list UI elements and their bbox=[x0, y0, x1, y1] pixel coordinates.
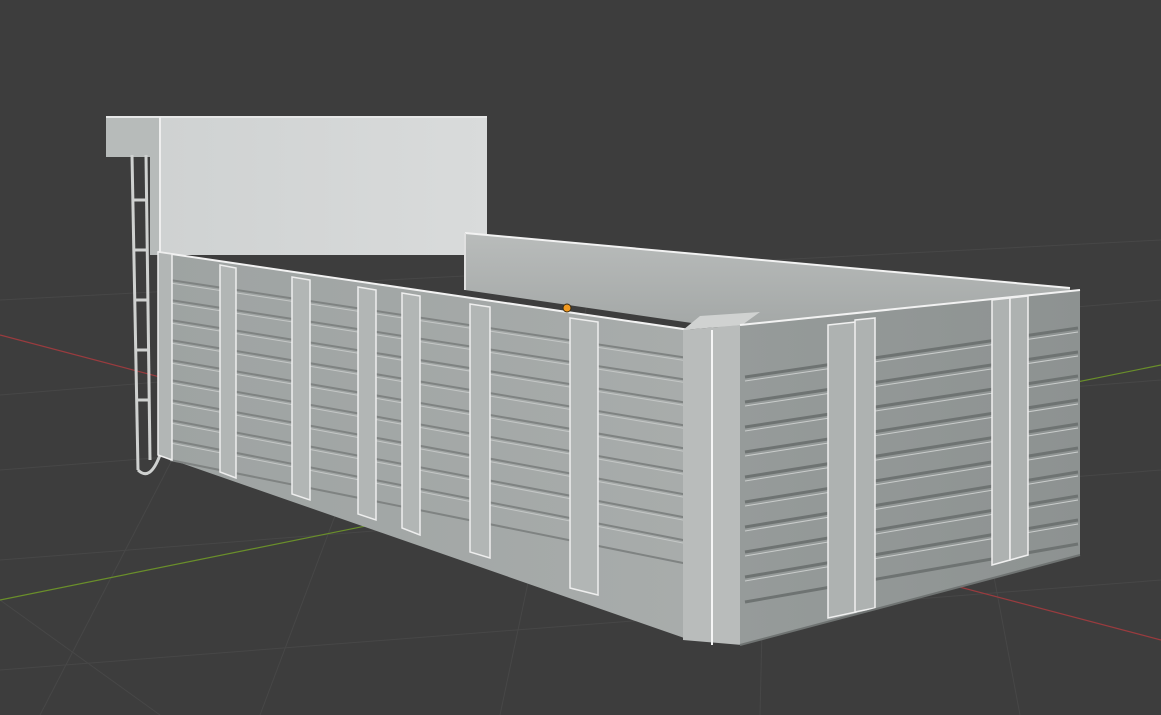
front-wall bbox=[740, 290, 1080, 645]
headboard-front bbox=[160, 117, 487, 255]
container-model[interactable] bbox=[106, 116, 1081, 646]
3d-viewport[interactable] bbox=[0, 0, 1161, 715]
viewport-canvas[interactable] bbox=[0, 0, 1161, 715]
origin-dot-icon[interactable] bbox=[562, 303, 572, 313]
